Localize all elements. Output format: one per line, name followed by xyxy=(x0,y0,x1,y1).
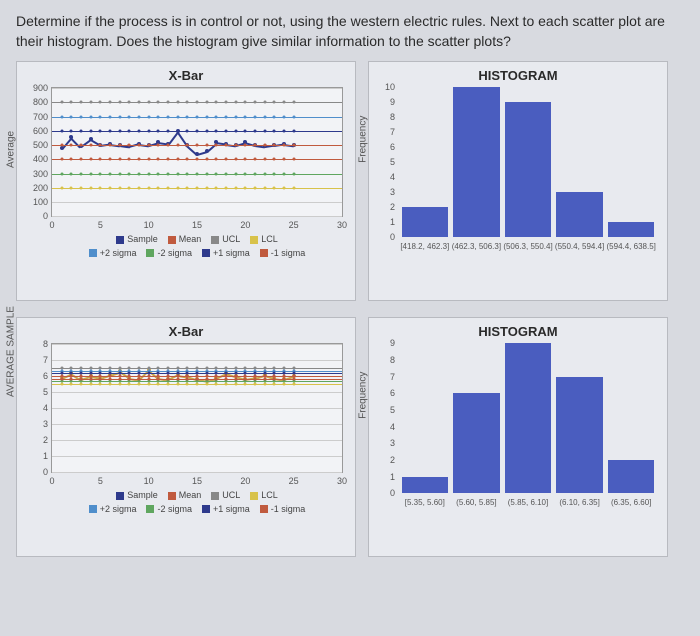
legend-entry: +2 sigma xyxy=(100,247,137,261)
row-2: X-Bar AVERAGE SAMPLE 0123456780510152025… xyxy=(16,317,684,557)
legend-entry: LCL xyxy=(261,233,278,247)
chart-title: HISTOGRAM xyxy=(375,324,661,339)
y-axis-label: Frequency xyxy=(358,116,369,163)
row-1: X-Bar Average 01002003004005006007008009… xyxy=(16,61,684,301)
legend-entry: Sample xyxy=(127,489,158,503)
legend-entry: Sample xyxy=(127,233,158,247)
xbar-chart-1: X-Bar Average 01002003004005006007008009… xyxy=(16,61,356,301)
question-text: Determine if the process is in control o… xyxy=(16,12,684,51)
legend-entry: Mean xyxy=(179,233,202,247)
y-axis-label: Average xyxy=(6,131,17,168)
legend: Sample Mean UCL LCL +2 sigma -2 sigma +1 sigma… xyxy=(51,489,343,516)
legend-entry: -1 sigma xyxy=(271,247,306,261)
plot-area: 0123456789[5.35, 5.60](5.60, 5.85](5.85,… xyxy=(399,343,657,493)
legend-entry: +2 sigma xyxy=(100,503,137,517)
legend-entry: -2 sigma xyxy=(157,247,192,261)
histogram-1: HISTOGRAM Frequency 012345678910[418.2, … xyxy=(368,61,668,301)
xbar-chart-2: X-Bar AVERAGE SAMPLE 0123456780510152025… xyxy=(16,317,356,557)
chart-title: X-Bar xyxy=(23,68,349,83)
legend-entry: UCL xyxy=(222,489,240,503)
chart-title: HISTOGRAM xyxy=(375,68,661,83)
legend-entry: Mean xyxy=(179,489,202,503)
chart-title: X-Bar xyxy=(23,324,349,339)
legend-entry: LCL xyxy=(261,489,278,503)
legend-entry: +1 sigma xyxy=(213,503,250,517)
histogram-2: HISTOGRAM Frequency 0123456789[5.35, 5.6… xyxy=(368,317,668,557)
plot-area: 012345678910[418.2, 462.3](462.3, 506.3]… xyxy=(399,87,657,237)
legend-entry: -1 sigma xyxy=(271,503,306,517)
y-axis-label: Frequency xyxy=(358,372,369,419)
legend-entry: -2 sigma xyxy=(157,503,192,517)
legend: Sample Mean UCL LCL +2 sigma -2 sigma +1 sigma… xyxy=(51,233,343,260)
plot-area: 012345678051015202530 xyxy=(51,343,343,473)
y-axis-label: AVERAGE SAMPLE xyxy=(6,306,17,397)
plot-area: 0100200300400500600700800900051015202530 xyxy=(51,87,343,217)
legend-entry: UCL xyxy=(222,233,240,247)
legend-entry: +1 sigma xyxy=(213,247,250,261)
